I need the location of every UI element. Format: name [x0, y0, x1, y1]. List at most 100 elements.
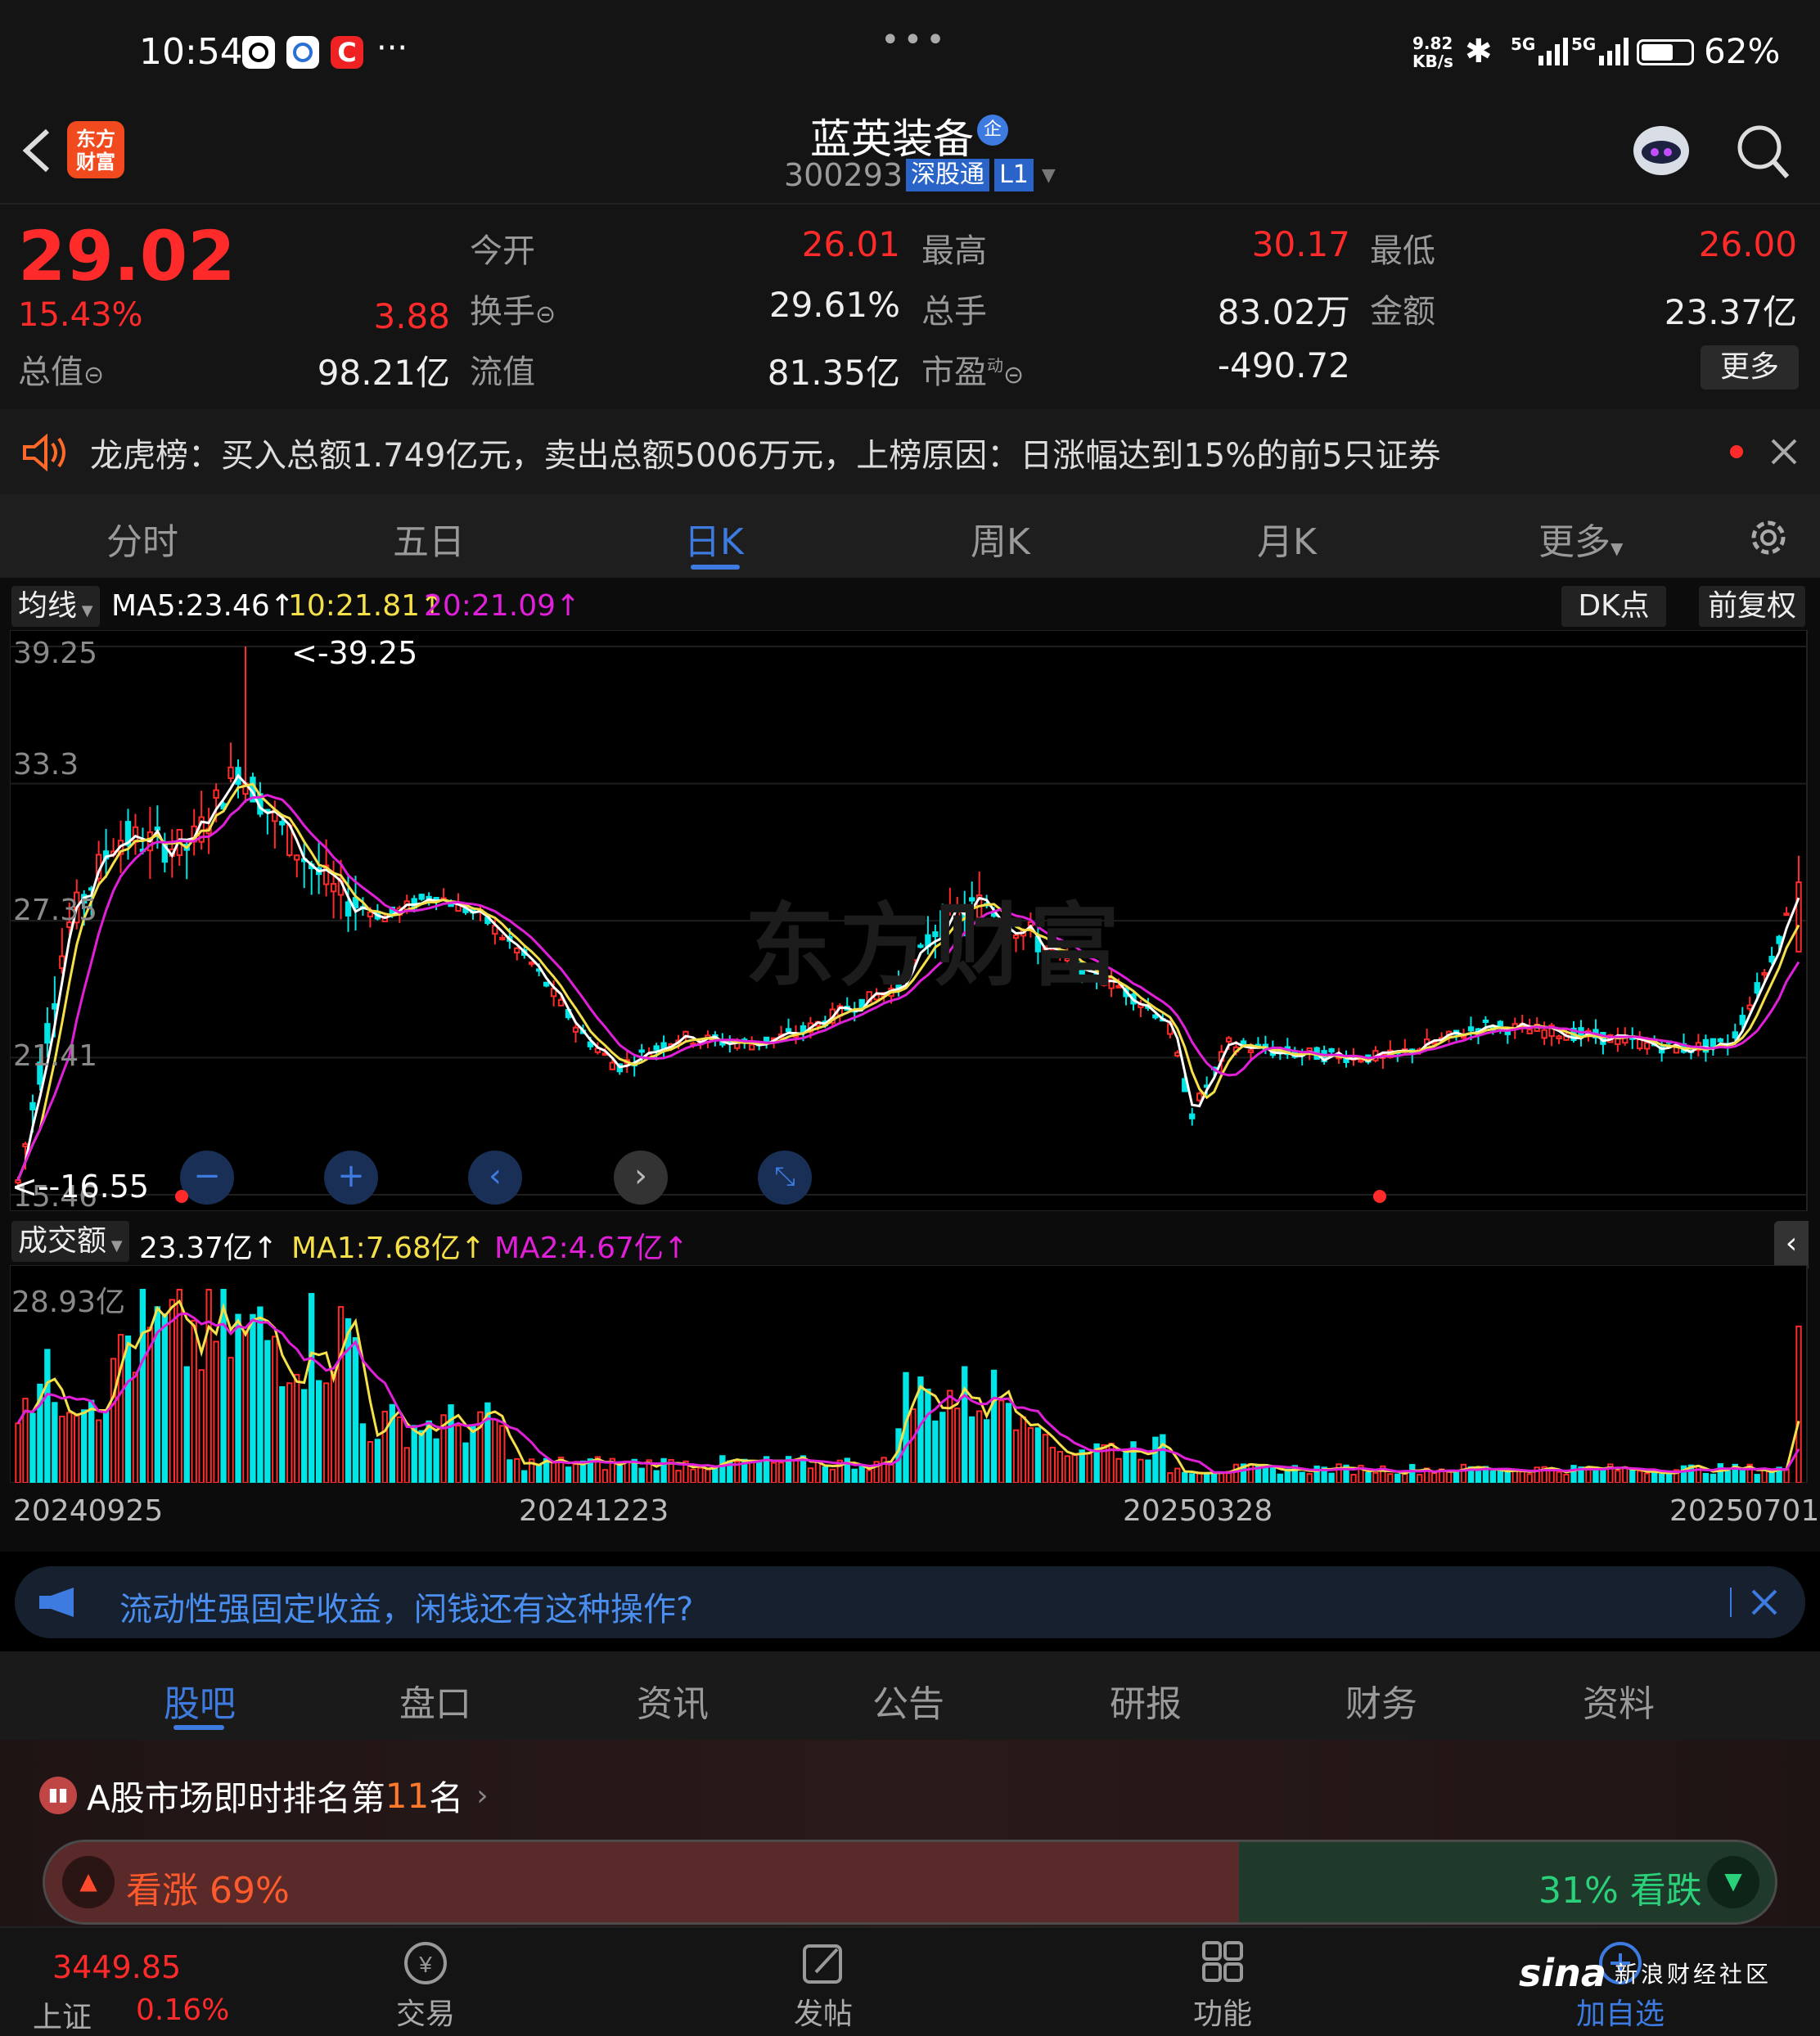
- bull-button[interactable]: ▲: [62, 1856, 115, 1908]
- open-label: 今开: [470, 232, 535, 270]
- volume-bar: [521, 1470, 528, 1483]
- dk-point-button[interactable]: DK点: [1561, 586, 1666, 627]
- volume-chart[interactable]: [10, 1265, 1817, 1483]
- volume-bar: [381, 1410, 389, 1483]
- volume-bar: [250, 1313, 256, 1483]
- arrow-up-icon: ↑: [556, 589, 581, 623]
- fullscreen-button[interactable]: ⤡: [758, 1151, 812, 1205]
- rank-prefix: A股市场即时排名第: [87, 1777, 385, 1818]
- window-dots[interactable]: •••: [881, 21, 948, 59]
- more-button[interactable]: 更多: [1701, 345, 1799, 390]
- volume-bar: [81, 1409, 88, 1483]
- volume-bar: [139, 1289, 146, 1483]
- tab-research[interactable]: 研报: [1110, 1674, 1182, 1727]
- stock-code: 300293: [784, 157, 903, 193]
- volume-bar: [1637, 1470, 1643, 1483]
- rank-number: 11: [385, 1775, 430, 1816]
- eastmoney-logo[interactable]: 东方 财富: [67, 121, 124, 178]
- volume-bar: [403, 1447, 410, 1483]
- tab-daily-k[interactable]: 日K: [684, 512, 744, 565]
- volume-bar: [822, 1466, 829, 1483]
- volume-bar: [462, 1442, 469, 1483]
- unread-dot: [1730, 445, 1743, 458]
- collapse-indicator-button[interactable]: ‹: [1774, 1221, 1809, 1268]
- volume-bar: [1409, 1464, 1416, 1483]
- stock-code-row[interactable]: 300293 深股通 L1 ▼: [784, 157, 1056, 193]
- turnover-label[interactable]: 换手⊝: [470, 285, 556, 332]
- tab-profile[interactable]: 资料: [1583, 1674, 1655, 1727]
- close-icon[interactable]: [1768, 435, 1800, 468]
- scroll-right-button[interactable]: ›: [614, 1151, 668, 1205]
- volume-bar: [1563, 1473, 1570, 1483]
- robot-assistant-icon[interactable]: [1629, 119, 1694, 182]
- volume-bar: [337, 1306, 345, 1483]
- volume-bar: [396, 1416, 403, 1483]
- close-icon[interactable]: [1748, 1586, 1781, 1619]
- volume-bar: [66, 1412, 73, 1483]
- volume-bar: [308, 1293, 315, 1483]
- nav-functions[interactable]: 功能: [1174, 1939, 1272, 2034]
- promo-banner[interactable]: 流动性强固定收益，闲钱还有这种操作?: [15, 1566, 1805, 1638]
- dragon-tiger-notice[interactable]: 龙虎榜：买入总额1.749亿元，卖出总额5006万元，上榜原因：日涨幅达到15%…: [0, 409, 1820, 494]
- y-tick-3: 27.35: [13, 894, 98, 927]
- market-cap-label[interactable]: 总值⊝: [18, 345, 104, 393]
- volume-bar: [1138, 1458, 1144, 1483]
- volume-bar: [829, 1468, 836, 1483]
- net-speed: 9.82 KB/s: [1412, 34, 1458, 70]
- ma-selector[interactable]: 均线 ▼: [11, 586, 100, 627]
- volume-bar: [352, 1337, 359, 1483]
- volume-selector-label: 成交额: [18, 1224, 107, 1258]
- volume-bar: [755, 1462, 763, 1483]
- volume-bar: [1372, 1471, 1379, 1483]
- tab-announcements[interactable]: 公告: [872, 1674, 944, 1727]
- tab-news[interactable]: 资讯: [637, 1674, 709, 1727]
- market-rank[interactable]: ▮▮ A股市场即时排名第 11 名 ›: [39, 1772, 489, 1818]
- candle-body: [653, 1045, 660, 1051]
- volume-bar: [792, 1458, 800, 1483]
- candle-body: [1196, 1092, 1203, 1101]
- search-icon[interactable]: [1737, 123, 1791, 180]
- nav-trade[interactable]: ¥ 交易: [376, 1939, 475, 2034]
- kline-chart-area[interactable]: 均线 ▼ MA5:23.46↑ 10:21.81↑ 20:21.09↑ DK点 …: [0, 578, 1820, 1552]
- zoom-in-button[interactable]: +: [324, 1151, 378, 1205]
- index-quote[interactable]: 3449.85 上证 0.16%: [33, 1944, 229, 2034]
- candle-body: [572, 1026, 579, 1033]
- volume-bar: [932, 1420, 939, 1483]
- x-tick-2: 20241223: [519, 1494, 669, 1528]
- nav-post[interactable]: 发帖: [774, 1939, 872, 2034]
- adjust-button[interactable]: 前复权: [1699, 586, 1805, 627]
- turnover-label-text: 换手: [470, 293, 535, 331]
- volume-selector[interactable]: 成交额 ▼: [11, 1221, 129, 1262]
- volume-bar: [1430, 1472, 1438, 1483]
- app-icon-red: C: [331, 36, 363, 69]
- net-speed-value: 9.82: [1412, 34, 1453, 53]
- tab-intraday[interactable]: 分时: [106, 512, 178, 565]
- tab-financials[interactable]: 财务: [1345, 1674, 1417, 1727]
- candle-body: [132, 826, 139, 843]
- back-icon[interactable]: [18, 126, 59, 175]
- tab-five-day[interactable]: 五日: [393, 512, 465, 565]
- tab-order-book[interactable]: 盘口: [399, 1674, 471, 1727]
- tab-more[interactable]: 更多▼: [1538, 512, 1623, 565]
- volume-bar: [264, 1340, 271, 1483]
- bear-button[interactable]: ▼: [1707, 1856, 1759, 1908]
- volume-bar: [1269, 1466, 1277, 1483]
- volume-bar: [198, 1369, 205, 1483]
- max-price-marker: <-39.25: [291, 635, 418, 671]
- tab-monthly-k[interactable]: 月K: [1257, 512, 1317, 565]
- volume-bar: [777, 1462, 785, 1483]
- net-speed-unit: KB/s: [1412, 52, 1453, 71]
- volume-bar: [1526, 1473, 1533, 1483]
- volume-bar: [1724, 1470, 1732, 1483]
- gear-icon[interactable]: [1745, 514, 1792, 561]
- candle-body: [1776, 935, 1782, 944]
- pe-label[interactable]: 市盈动⊝: [921, 345, 1024, 393]
- scroll-left-button[interactable]: ‹: [468, 1151, 522, 1205]
- nav-functions-label: 功能: [1192, 1998, 1252, 2031]
- chart-watermark: 东方财富: [745, 894, 1124, 998]
- tab-forum[interactable]: 股吧: [164, 1674, 236, 1727]
- grid-icon: [1202, 1941, 1243, 1982]
- tab-weekly-k[interactable]: 周K: [971, 512, 1030, 565]
- volume-bar: [411, 1425, 417, 1483]
- candle-body: [1328, 1047, 1335, 1053]
